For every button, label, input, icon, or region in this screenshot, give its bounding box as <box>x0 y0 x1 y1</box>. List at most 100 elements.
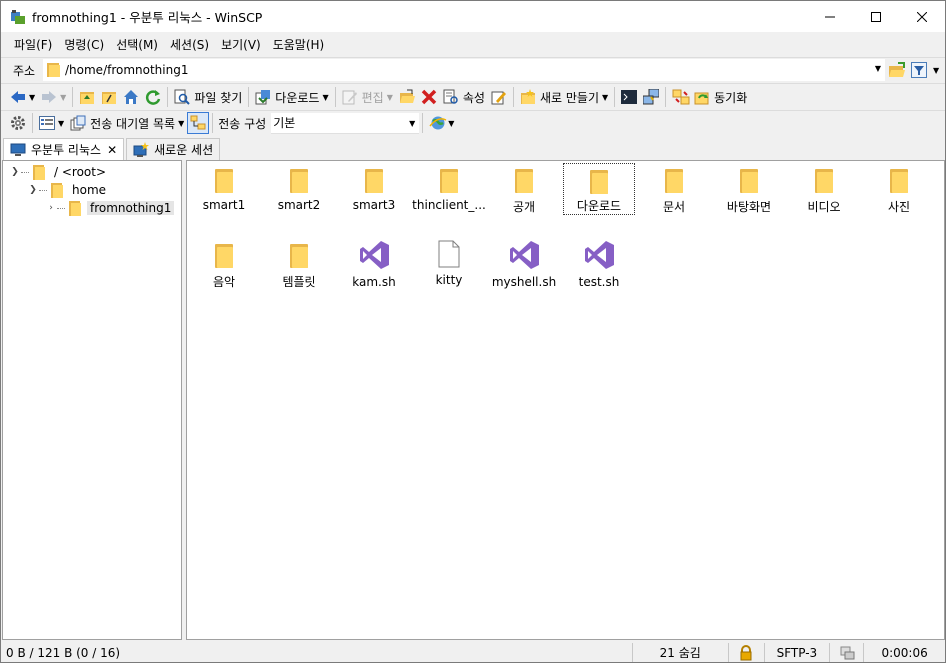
transfer-settings-select[interactable]: 기본 ▼ <box>271 112 420 134</box>
open-directory-icon[interactable] <box>888 62 905 78</box>
putty-button[interactable] <box>640 86 662 108</box>
file-item[interactable]: test.sh <box>563 238 635 290</box>
minimize-button[interactable] <box>807 1 853 32</box>
status-bar: 0 B / 121 B (0 / 16) 21 숨김 SFTP-3 0:00:0… <box>1 642 945 663</box>
rename-button[interactable] <box>488 86 510 108</box>
chevron-down-icon: ▼ <box>386 92 393 102</box>
folder-icon <box>890 169 908 193</box>
folder-item[interactable]: 바탕화면 <box>713 163 785 215</box>
folder-item[interactable]: 템플릿 <box>263 238 335 290</box>
parent-directory-button[interactable] <box>76 86 98 108</box>
chevron-down-icon: ▼ <box>58 118 65 128</box>
folder-item[interactable]: 음악 <box>188 238 260 290</box>
delete-button[interactable] <box>418 86 440 108</box>
tree-toggle-button[interactable] <box>187 112 210 134</box>
root-directory-button[interactable] <box>98 86 120 108</box>
folder-item[interactable]: 비디오 <box>788 163 860 215</box>
toolbar-separator <box>32 113 33 133</box>
menu-view[interactable]: 보기(V) <box>215 36 267 53</box>
chevron-down-icon[interactable]: ▼ <box>875 64 881 73</box>
toolbar-separator <box>614 87 616 107</box>
chevron-right-icon[interactable]: › <box>45 203 57 213</box>
session-tabs: 우분투 리눅스 ✕ 새로운 세션 <box>1 138 945 160</box>
hidden-files-count[interactable]: 21 숨김 <box>631 643 728 662</box>
edit-icon <box>342 89 358 105</box>
folder-item[interactable]: 다운로드 <box>563 163 635 215</box>
find-files-label: 파일 찾기 <box>194 90 243 105</box>
forward-button[interactable]: ▼ <box>38 86 69 108</box>
back-button[interactable]: ▼ <box>7 86 38 108</box>
queue-toolbar: ▼ 전송 대기열 목록 ▼ 전송 구성 기본 ▼ ▼ <box>1 110 945 136</box>
arrow-left-icon <box>10 89 26 105</box>
compare-folders-icon <box>672 89 690 105</box>
refresh-button[interactable] <box>142 86 164 108</box>
folder-item[interactable]: smart3 <box>338 163 410 215</box>
tab-label: 우분투 리눅스 <box>31 143 102 157</box>
queue-options-button[interactable]: ▼ <box>36 112 67 134</box>
tree-node-fromnothing1[interactable]: › fromnothing1 <box>45 199 175 217</box>
menu-file[interactable]: 파일(F) <box>8 36 58 53</box>
properties-label: 속성 <box>462 90 485 105</box>
folder-icon <box>515 169 533 193</box>
find-files-button[interactable]: 파일 찾기 <box>171 86 245 108</box>
chevron-down-icon: ▼ <box>601 92 609 102</box>
menu-commands[interactable]: 명령(C) <box>58 36 110 53</box>
chevron-down-icon[interactable]: ❯ <box>9 167 21 177</box>
file-item[interactable]: kitty <box>413 238 485 290</box>
file-item[interactable]: kam.sh <box>338 238 410 290</box>
tab-new-session[interactable]: 새로운 세션 <box>126 138 221 160</box>
toolbar-separator <box>512 87 514 107</box>
list-view-icon <box>39 115 55 131</box>
encryption-indicator[interactable] <box>727 643 764 662</box>
home-directory-button[interactable] <box>120 86 142 108</box>
edit-button[interactable]: 편집 ▼ <box>339 86 396 108</box>
menu-session[interactable]: 세션(S) <box>164 36 215 53</box>
address-input[interactable]: /home/fromnothing1 ▼ <box>43 59 885 81</box>
toolbar-separator <box>72 87 74 107</box>
compare-directories-button[interactable] <box>669 86 691 108</box>
properties-button[interactable]: 속성 <box>440 86 488 108</box>
tree-node-root[interactable]: ❯ / <root> <box>9 163 109 181</box>
folder-item[interactable]: 사진 <box>863 163 935 215</box>
close-button[interactable] <box>899 1 945 32</box>
folder-item[interactable]: 공개 <box>488 163 560 215</box>
synchronize-button[interactable]: 동기화 <box>691 86 750 108</box>
parent-folder-icon <box>79 89 95 105</box>
folder-icon <box>49 182 65 198</box>
download-button[interactable]: 다운로드 ▼ <box>252 86 331 108</box>
close-tab-icon[interactable]: ✕ <box>107 143 117 157</box>
maximize-button[interactable] <box>853 1 899 32</box>
document-icon <box>438 240 460 268</box>
menu-mark[interactable]: 선택(M) <box>110 36 164 53</box>
main-toolbar: ▼ ▼ 파일 찾기 다운로드 ▼ 편집 ▼ 속성 새로 만들기 ▼ 동기화 <box>1 84 945 110</box>
new-button[interactable]: 새로 만들기 ▼ <box>517 86 611 108</box>
open-folder-button[interactable] <box>396 86 418 108</box>
file-name: 비디오 <box>807 200 841 214</box>
file-name: 바탕화면 <box>726 200 772 214</box>
chevron-down-icon: ▼ <box>29 92 36 102</box>
chevron-down-icon[interactable]: ❯ <box>27 185 39 195</box>
open-folder-icon <box>399 89 415 105</box>
tree-view-icon <box>190 115 206 131</box>
tree-node-home[interactable]: ❯ home <box>27 181 109 199</box>
queue-list-button[interactable]: 전송 대기열 목록 ▼ <box>67 112 187 134</box>
console-button[interactable] <box>618 86 640 108</box>
chevron-down-icon[interactable]: ▼ <box>933 66 939 75</box>
folder-item[interactable]: smart2 <box>263 163 335 215</box>
transfer-preset-button[interactable]: ▼ <box>426 112 457 134</box>
hidden-count-label: 21 숨김 <box>659 646 701 660</box>
folder-item[interactable]: smart1 <box>188 163 260 215</box>
edit-label: 편집 <box>361 90 384 105</box>
transfer-settings-value: 기본 <box>273 116 296 130</box>
folder-item[interactable]: 문서 <box>638 163 710 215</box>
tree-connector <box>57 207 65 209</box>
filter-icon[interactable] <box>911 62 927 78</box>
file-name: 음악 <box>212 275 236 289</box>
folder-item[interactable]: thinclient_... <box>412 163 486 215</box>
menu-help[interactable]: 도움말(H) <box>267 36 331 53</box>
file-item[interactable]: myshell.sh <box>488 238 560 290</box>
preferences-button[interactable] <box>7 112 29 134</box>
tab-ubuntu-linux[interactable]: 우분투 리눅스 ✕ <box>3 138 125 160</box>
file-name: 템플릿 <box>282 275 316 289</box>
terminal-icon <box>621 89 638 105</box>
